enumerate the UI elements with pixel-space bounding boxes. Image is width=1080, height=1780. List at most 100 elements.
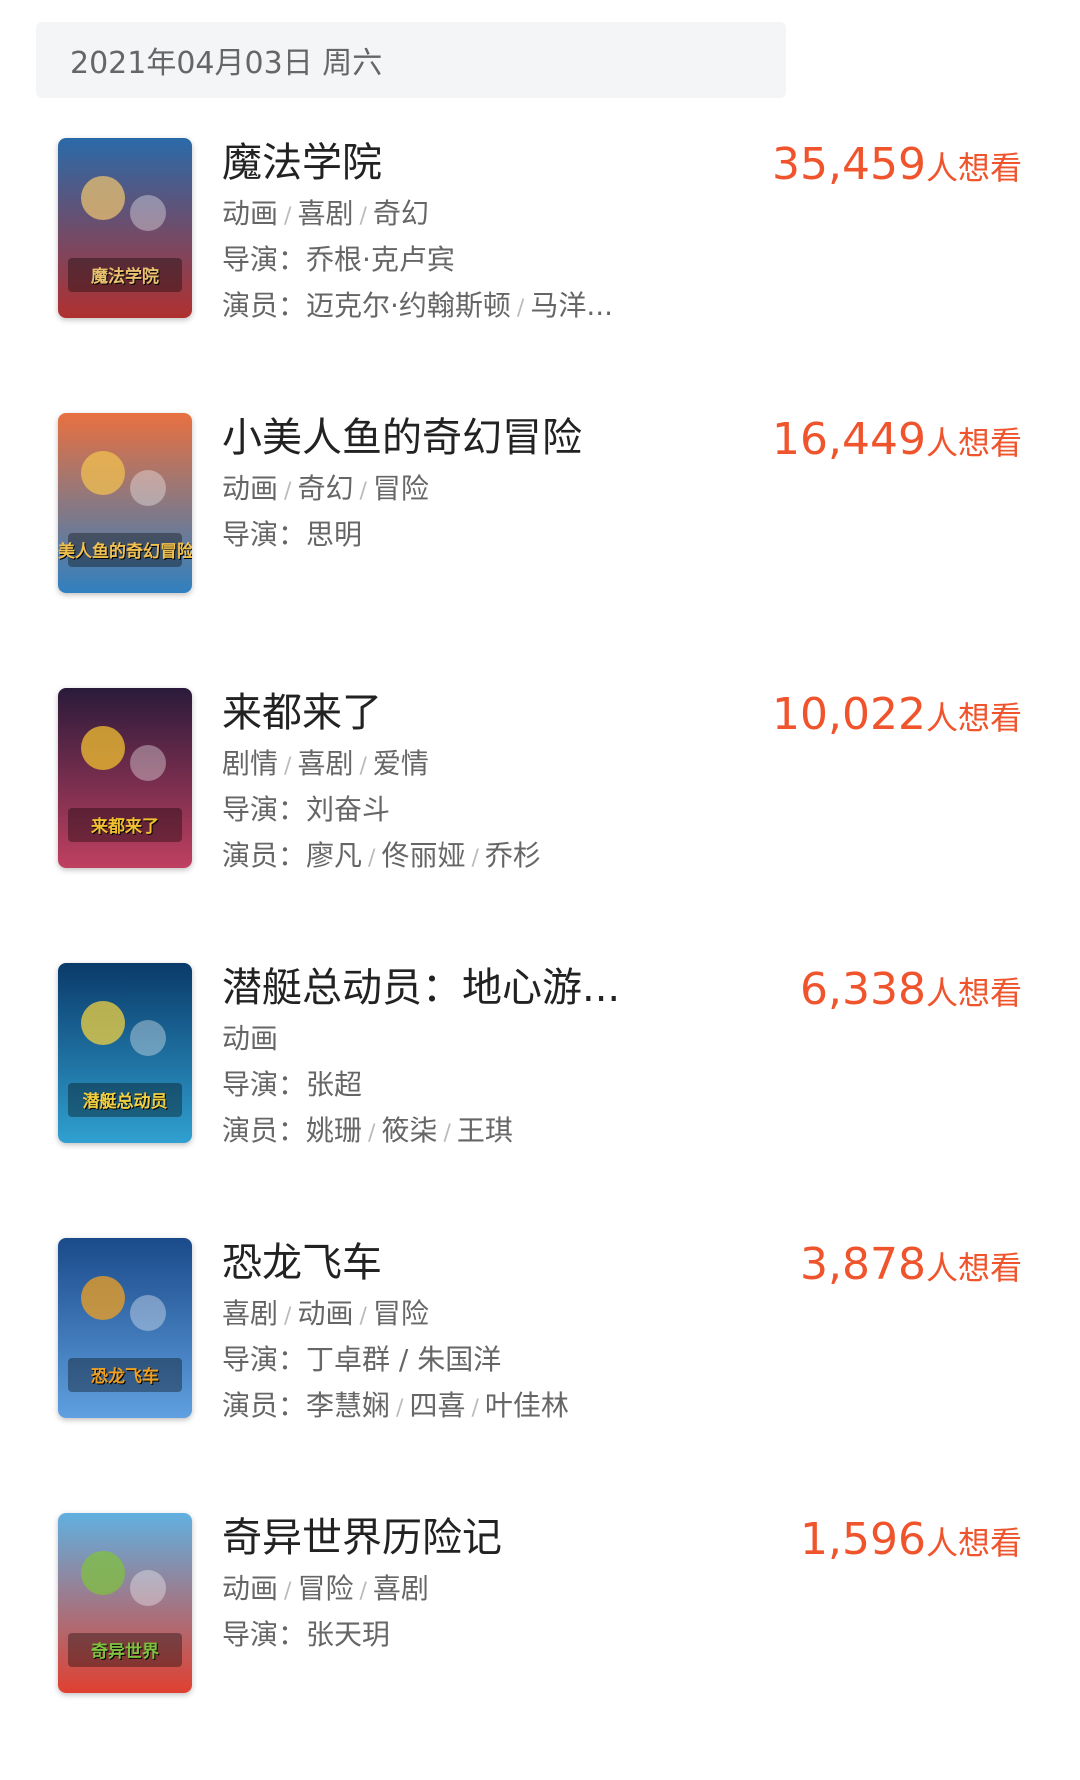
want-count-suffix: 人想看 <box>925 424 1022 462</box>
separator: / <box>368 846 376 871</box>
cast-name: 马洋... <box>530 289 614 322</box>
cast-name: 叶佳林 <box>484 1389 569 1422</box>
separator: / <box>284 479 292 504</box>
movie-director: 导演：丁卓群 / 朱国洋 <box>222 1342 501 1378</box>
movie-title[interactable]: 来都来了 <box>222 688 382 738</box>
movie-poster[interactable]: 魔法学院 <box>58 138 192 318</box>
cast-name: 迈克尔·约翰斯顿 <box>306 289 511 322</box>
poster-title-text: 美人鱼的奇幻冒险 <box>58 542 192 562</box>
want-to-see-count: 1,596人想看 <box>800 1513 1022 1576</box>
director-names: 丁卓群 / 朱国洋 <box>306 1343 502 1376</box>
movie-item[interactable]: 魔法学院 魔法学院 动画 / 喜剧 / 奇幻 导演：乔根·克卢宾 演员：迈克尔·约翰斯顿 / 马洋.… <box>0 130 1080 405</box>
poster-title-text: 来都来了 <box>91 817 159 837</box>
want-to-see-count: 16,449人想看 <box>772 413 1022 476</box>
cast-name: 筱柒 <box>381 1114 438 1147</box>
want-to-see-count: 35,459人想看 <box>772 138 1022 201</box>
movie-title[interactable]: 奇异世界历险记 <box>222 1513 502 1563</box>
want-count-suffix: 人想看 <box>925 699 1022 737</box>
separator: / <box>359 479 367 504</box>
separator: / <box>443 1121 451 1146</box>
director-names: 思明 <box>306 518 363 551</box>
director-names: 张超 <box>306 1068 363 1101</box>
separator: / <box>359 1304 367 1329</box>
movie-genres: 动画 / 冒险 / 喜剧 <box>222 1571 429 1610</box>
movie-director: 导演：乔根·克卢宾 <box>222 242 455 278</box>
movie-title[interactable]: 潜艇总动员：地心游... <box>222 963 620 1013</box>
director-names: 刘奋斗 <box>306 793 391 826</box>
movie-director: 导演：刘奋斗 <box>222 792 390 828</box>
movie-cast: 演员：廖凡 / 佟丽娅 / 乔杉 <box>222 838 541 877</box>
separator: / <box>284 204 292 229</box>
separator: / <box>516 296 525 321</box>
genre-tag: 奇幻 <box>297 472 354 505</box>
movie-cast: 演员：姚珊 / 筱柒 / 王琪 <box>222 1113 513 1152</box>
director-label: 导演： <box>222 518 307 551</box>
separator: / <box>359 1579 367 1604</box>
separator: / <box>471 1396 479 1421</box>
genre-tag: 奇幻 <box>372 197 429 230</box>
movie-item[interactable]: 恐龙飞车 恐龙飞车 喜剧 / 动画 / 冒险 导演：丁卓群 / 朱国洋 演员：李慧娴 / 四喜 / 叶佳… <box>0 1230 1080 1505</box>
genre-tag: 喜剧 <box>372 1572 429 1605</box>
movie-item[interactable]: 美人鱼的奇幻冒险 小美人鱼的奇幻冒险 动画 / 奇幻 / 冒险 导演：思明 16,449人想看 <box>0 405 1080 680</box>
movie-title[interactable]: 恐龙飞车 <box>222 1238 382 1288</box>
separator: / <box>359 754 367 779</box>
movie-poster[interactable]: 恐龙飞车 <box>58 1238 192 1418</box>
cast-label: 演员： <box>222 839 307 872</box>
genre-tag: 喜剧 <box>297 197 354 230</box>
want-count-number: 16,449 <box>772 414 926 465</box>
movie-genres: 喜剧 / 动画 / 冒险 <box>222 1296 429 1335</box>
cast-name: 廖凡 <box>306 839 363 872</box>
poster-title-text: 魔法学院 <box>91 267 159 287</box>
poster-title-text: 恐龙飞车 <box>91 1367 159 1387</box>
movie-cast: 演员：李慧娴 / 四喜 / 叶佳林 <box>222 1388 569 1427</box>
cast-name: 乔杉 <box>484 839 541 872</box>
movie-genres: 动画 / 奇幻 / 冒险 <box>222 471 429 510</box>
separator: / <box>396 1396 404 1421</box>
want-to-see-count: 6,338人想看 <box>800 963 1022 1026</box>
director-label: 导演： <box>222 793 307 826</box>
movie-director: 导演：张超 <box>222 1067 362 1103</box>
cast-name: 四喜 <box>409 1389 466 1422</box>
want-count-suffix: 人想看 <box>925 974 1022 1012</box>
want-count-number: 35,459 <box>772 139 926 190</box>
want-to-see-count: 10,022人想看 <box>772 688 1022 751</box>
separator: / <box>471 846 479 871</box>
cast-label: 演员： <box>222 289 307 322</box>
director-label: 导演： <box>222 1618 307 1651</box>
genre-tag: 动画 <box>222 1022 279 1055</box>
movie-item[interactable]: 潜艇总动员 潜艇总动员：地心游... 动画 导演：张超 演员：姚珊 / 筱柒 / 王琪 6,338… <box>0 955 1080 1230</box>
cast-name: 李慧娴 <box>306 1389 391 1422</box>
genre-tag: 动画 <box>222 472 279 505</box>
want-count-suffix: 人想看 <box>925 149 1022 187</box>
poster-title-text: 奇异世界 <box>91 1642 159 1662</box>
poster-title-text: 潜艇总动员 <box>82 1092 168 1112</box>
genre-tag: 喜剧 <box>297 747 354 780</box>
want-to-see-count: 3,878人想看 <box>800 1238 1022 1301</box>
genre-tag: 动画 <box>222 197 279 230</box>
genre-tag: 动画 <box>297 1297 354 1330</box>
movie-director: 导演：思明 <box>222 517 362 553</box>
cast-name: 姚珊 <box>306 1114 363 1147</box>
separator: / <box>359 204 367 229</box>
separator: / <box>368 1121 376 1146</box>
want-count-suffix: 人想看 <box>925 1524 1022 1562</box>
movie-poster[interactable]: 美人鱼的奇幻冒险 <box>58 413 192 593</box>
movie-item[interactable]: 来都来了 来都来了 剧情 / 喜剧 / 爱情 导演：刘奋斗 演员：廖凡 / 佟丽娅 / 乔杉 10,022… <box>0 680 1080 955</box>
movie-genres: 剧情 / 喜剧 / 爱情 <box>222 746 429 785</box>
movie-title[interactable]: 小美人鱼的奇幻冒险 <box>222 413 582 463</box>
cast-name: 佟丽娅 <box>381 839 466 872</box>
separator: / <box>284 1579 292 1604</box>
movie-poster[interactable]: 潜艇总动员 <box>58 963 192 1143</box>
movie-item[interactable]: 奇异世界 奇异世界历险记 动画 / 冒险 / 喜剧 导演：张天玥 1,596人想看 <box>0 1505 1080 1780</box>
movie-poster[interactable]: 来都来了 <box>58 688 192 868</box>
cast-label: 演员： <box>222 1389 307 1422</box>
want-count-number: 3,878 <box>800 1239 926 1290</box>
date-header: 2021年04月03日 周六 <box>36 22 786 98</box>
movie-title[interactable]: 魔法学院 <box>222 138 382 188</box>
movie-poster[interactable]: 奇异世界 <box>58 1513 192 1693</box>
movie-cast: 演员：迈克尔·约翰斯顿 / 马洋... <box>222 288 613 327</box>
want-count-number: 10,022 <box>772 689 926 740</box>
want-count-suffix: 人想看 <box>925 1249 1022 1287</box>
cast-label: 演员： <box>222 1114 307 1147</box>
cast-name: 王琪 <box>456 1114 513 1147</box>
